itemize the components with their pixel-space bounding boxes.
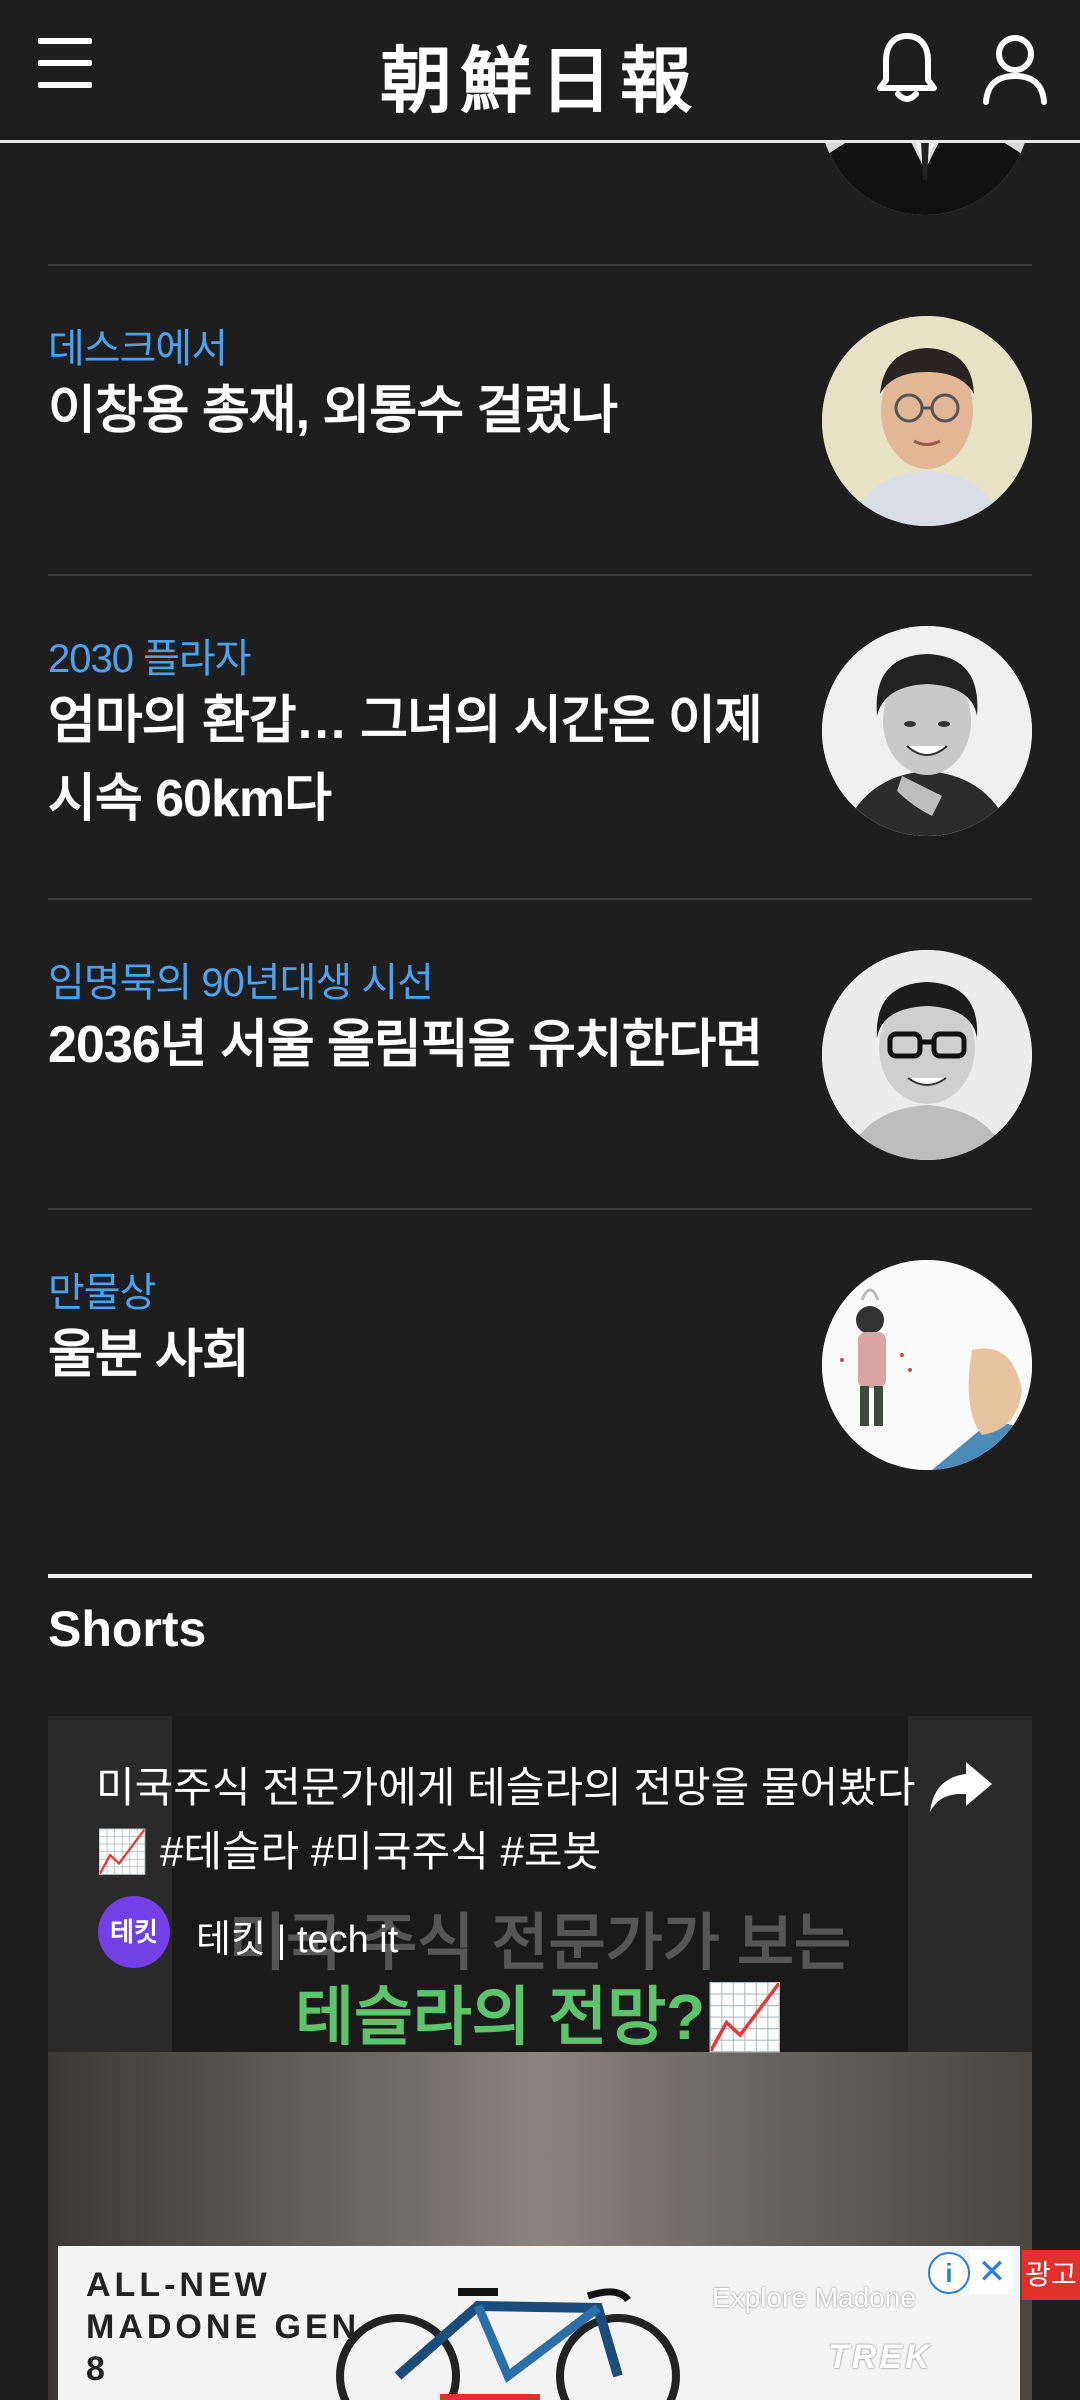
article-kicker[interactable]: 데스크에서	[48, 316, 228, 374]
ad-brand-logo: TREK	[828, 2338, 933, 2376]
article-headline[interactable]: 엄마의 환갑… 그녀의 시간은 이제 시속 60km다	[48, 682, 788, 838]
bell-icon[interactable]	[872, 28, 942, 108]
article-headline[interactable]: 울분 사회	[48, 1316, 788, 1394]
top-header: 朝鮮日報	[0, 0, 1080, 143]
thumbnail-text-line2: 테슬라의 전망?📈	[295, 1981, 785, 2053]
columnist-photo[interactable]	[822, 316, 1032, 526]
article-headline[interactable]: 2036년 서울 올림픽을 유치한다면	[48, 1006, 828, 1084]
article-item[interactable]: 2030 플라자 엄마의 환갑… 그녀의 시간은 이제 시속 60km다	[48, 576, 1032, 898]
ad-progress-indicator	[440, 2394, 540, 2400]
user-icon[interactable]	[980, 30, 1050, 106]
bicycle-image	[336, 2288, 680, 2400]
channel-name[interactable]: 테킷 | tech it	[196, 1908, 398, 1963]
channel-avatar[interactable]: 테킷	[98, 1896, 170, 1968]
columnist-photo[interactable]	[822, 626, 1032, 836]
ad-info-icon[interactable]: i	[928, 2252, 970, 2294]
article-item[interactable]: 만물상 울분 사회	[48, 1210, 1032, 1520]
video-caption[interactable]: 미국주식 전문가에게 테슬라의 전망을 물어봤다📈 #테슬라 #미국주식 #로봇	[96, 1756, 916, 1884]
article-kicker[interactable]: 2030 플라자	[48, 626, 251, 684]
illustration[interactable]	[822, 1260, 1032, 1470]
share-arrow-icon[interactable]	[926, 1756, 996, 1816]
ad-close-icon[interactable]: ✕	[970, 2250, 1014, 2294]
article-kicker[interactable]: 만물상	[48, 1260, 156, 1318]
shorts-section-title: Shorts	[48, 1601, 207, 1657]
columnist-photo[interactable]	[822, 950, 1032, 1160]
section-divider	[48, 1574, 1032, 1578]
article-item[interactable]: 데스크에서 이창용 총재, 외통수 걸렸나	[48, 266, 1032, 572]
ad-banner[interactable]: ALL-NEW MADONE GEN 8 Explore Madone TREK	[58, 2246, 1020, 2400]
article-kicker[interactable]: 임명묵의 90년대생 시선	[48, 950, 434, 1008]
ad-label-badge: 광고	[1022, 2250, 1080, 2300]
article-item[interactable]: 임명묵의 90년대생 시선 2036년 서울 올림픽을 유치한다면	[48, 900, 1032, 1208]
article-headline[interactable]: 이창용 총재, 외통수 걸렸나	[48, 372, 788, 450]
ad-cta-text[interactable]: Explore Madone	[712, 2282, 916, 2314]
